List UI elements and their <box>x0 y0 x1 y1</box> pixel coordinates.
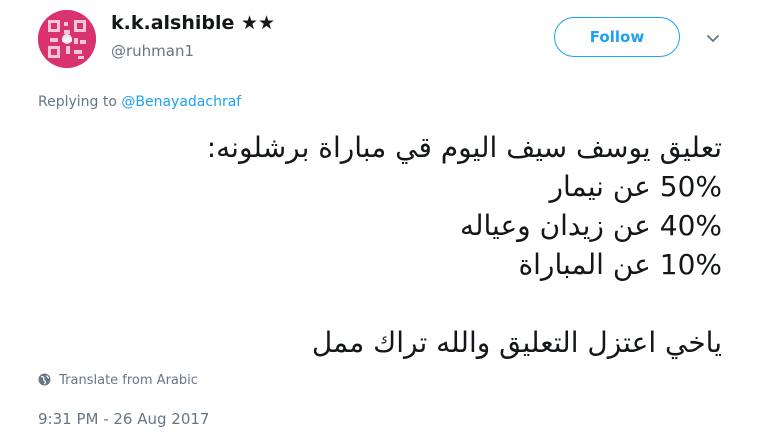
tweet-line: تعليق يوسف سيف اليوم قي مباراة برشلونه: <box>206 131 722 164</box>
tweet-line: 40% عن زيدان وعياله <box>459 209 722 242</box>
display-name[interactable]: k.k.alshible ★★ <box>111 12 275 34</box>
translate-label: Translate from Arabic <box>59 373 198 388</box>
tweet-text: تعليق يوسف سيف اليوم قي مباراة برشلونه: … <box>32 128 722 362</box>
reply-target-link[interactable]: @Benayadachraf <box>121 94 241 110</box>
chevron-down-icon[interactable] <box>704 29 722 47</box>
user-handle[interactable]: @ruhman1 <box>111 42 194 60</box>
avatar[interactable] <box>38 10 96 68</box>
follow-button[interactable]: Follow <box>554 17 680 57</box>
qr-code-icon <box>38 10 96 68</box>
globe-icon <box>38 373 51 386</box>
tweet-line: ياخي اعتزل التعليق والله تراك ممل <box>311 326 722 359</box>
tweet-timestamp[interactable]: 9:31 PM - 26 Aug 2017 <box>38 410 209 428</box>
tweet-line: 50% عن نيمار <box>549 170 722 203</box>
translate-button[interactable]: Translate from Arabic <box>38 373 198 388</box>
replying-to: Replying to @Benayadachraf <box>38 94 241 110</box>
tweet-line: 10% عن المباراة <box>518 248 722 281</box>
replying-prefix: Replying to <box>38 94 117 110</box>
